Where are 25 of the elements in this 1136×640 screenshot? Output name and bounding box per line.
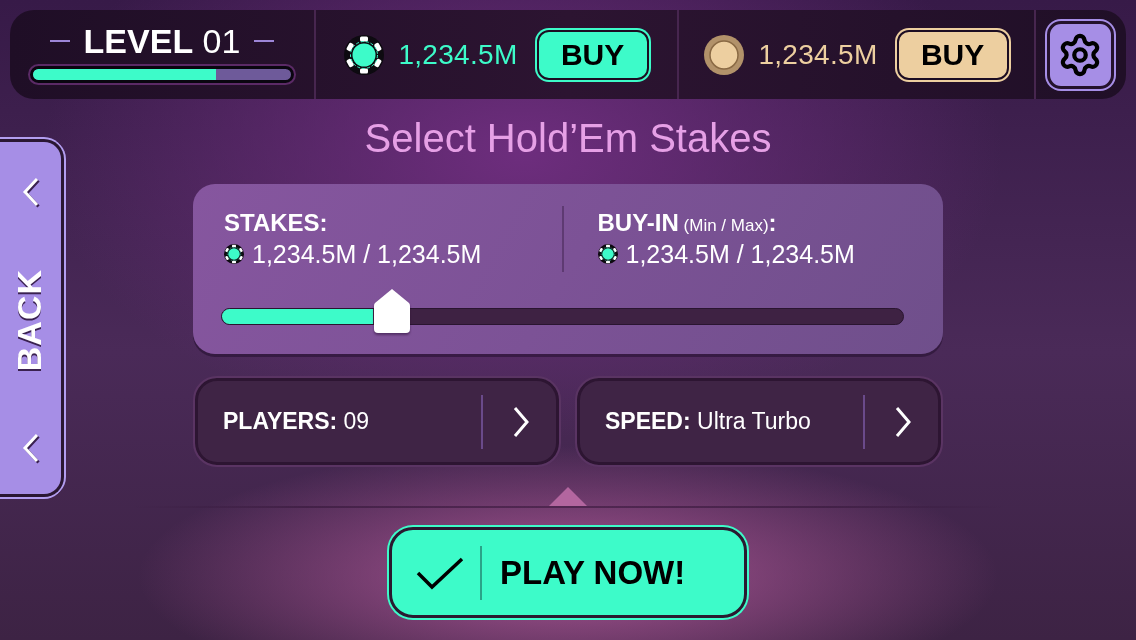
option-selector[interactable]: SPEED: Ultra Turbo bbox=[575, 376, 943, 467]
slider-handle[interactable] bbox=[373, 288, 412, 334]
buy-button[interactable]: BUY bbox=[896, 29, 1009, 80]
buy-button[interactable]: BUY bbox=[536, 29, 649, 80]
chip-icon bbox=[344, 34, 385, 75]
option-selector[interactable]: PLAYERS: 09 bbox=[193, 376, 561, 467]
currency-amount: 1,234.5M bbox=[398, 37, 518, 72]
pointer-triangle-icon bbox=[549, 487, 587, 506]
chevron-left-icon bbox=[21, 432, 40, 464]
settings-button[interactable] bbox=[1046, 20, 1114, 89]
chip-icon bbox=[597, 244, 618, 264]
screen-title: Select Hold’Em Stakes bbox=[364, 115, 772, 162]
currency-amount: 1,234.5M bbox=[758, 37, 878, 72]
buy-in-heading: BUY-IN (Min / Max): bbox=[597, 209, 777, 237]
chevron-right-icon bbox=[895, 405, 911, 438]
chip-icon bbox=[224, 244, 244, 264]
chevron-left-icon bbox=[21, 176, 40, 208]
level-label: LEVEL 01 bbox=[83, 22, 241, 60]
coin-icon bbox=[704, 34, 745, 75]
play-now-button[interactable]: PLAY NOW! bbox=[389, 527, 747, 618]
chevron-right-icon bbox=[513, 405, 529, 438]
stakes-value: 1,234.5M / 1,234.5M bbox=[252, 239, 482, 269]
checkmark-icon bbox=[416, 555, 464, 590]
stakes-heading: STAKES: bbox=[224, 209, 328, 237]
buy-in-value: 1,234.5M / 1,234.5M bbox=[625, 239, 855, 269]
